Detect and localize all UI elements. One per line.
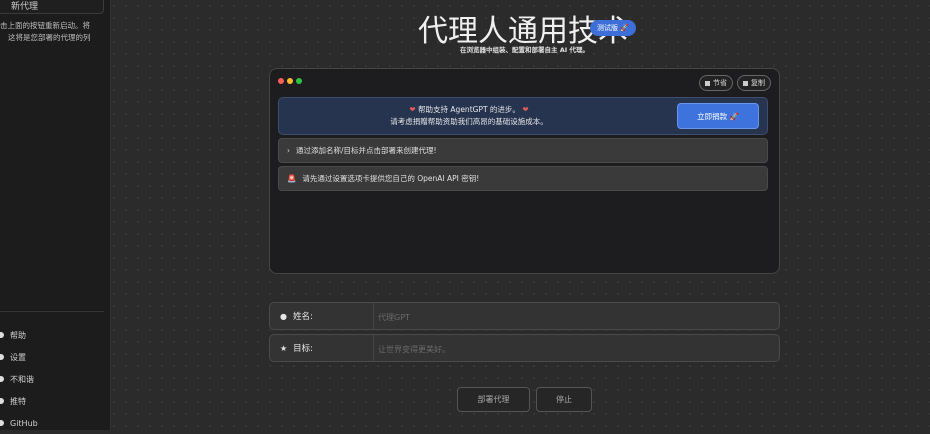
yellow-dot-icon <box>287 78 293 84</box>
sidebar-divider <box>0 311 104 312</box>
message-create-agent: › 通过添加名称/目标并点击部署来创建代理! <box>278 138 768 163</box>
donate-text: ❤ 帮助支持 AgentGPT 的进步。 ❤ 请考虑捐赠帮助资助我们高昂的基础设… <box>289 104 649 128</box>
copy-button[interactable]: 复制 <box>737 75 771 91</box>
heart-icon: ❤ <box>522 105 529 114</box>
sidebar-hint: 击上面的按钮重新启动。将 这将是您部署的代理的列 <box>0 20 104 44</box>
page-subtitle: 在浏览器中组装、配置和部署自主 AI 代理。 <box>460 46 589 54</box>
window-dots <box>278 78 302 84</box>
green-dot-icon <box>296 78 302 84</box>
sidebar-hint-line1: 击上面的按钮重新启动。将 <box>0 21 90 30</box>
sidebar-link-label: 推特 <box>10 396 26 406</box>
sidebar-link-help[interactable]: 帮助 <box>0 324 38 346</box>
message-text: 通过添加名称/目标并点击部署来创建代理! <box>296 146 437 155</box>
name-input[interactable] <box>376 305 775 329</box>
gear-icon <box>0 354 4 360</box>
donate-line2: 请考虑捐赠帮助资助我们高昂的基础设施成本。 <box>390 117 548 126</box>
message-text: 请先通过设置选项卡提供您自己的 OpenAI API 密钥! <box>302 174 480 183</box>
deploy-agent-button[interactable]: 部署代理 <box>457 387 530 412</box>
stop-button[interactable]: 停止 <box>536 387 592 412</box>
agent-output-panel: 节省 复制 ❤ 帮助支持 AgentGPT 的进步。 ❤ 请考虑捐赠帮助资助我们… <box>269 68 780 274</box>
sidebar-link-settings[interactable]: 设置 <box>0 346 38 368</box>
donate-button[interactable]: 立即捐款 🚀 <box>677 103 759 129</box>
save-image-label: 节省 <box>713 79 727 87</box>
chevron-right-icon: › <box>287 146 290 155</box>
sidebar: 新代理 击上面的按钮重新启动。将 这将是您部署的代理的列 帮助 设置 不和谐 推… <box>0 0 111 430</box>
sidebar-link-twitter[interactable]: 推特 <box>0 390 38 412</box>
github-icon <box>0 420 4 426</box>
sidebar-link-discord[interactable]: 不和谐 <box>0 368 38 390</box>
goal-label-box: ★ 目标: <box>270 335 374 361</box>
help-icon <box>0 332 4 338</box>
goal-label: 目标: <box>293 344 314 354</box>
name-field: ● 姓名: <box>269 302 780 330</box>
sidebar-links: 帮助 设置 不和谐 推特 GitHub <box>0 324 38 434</box>
sidebar-link-label: 帮助 <box>10 330 26 340</box>
panel-buttons: 节省 复制 <box>699 75 771 91</box>
save-image-button[interactable]: 节省 <box>699 75 733 91</box>
heart-icon: ❤ <box>409 105 416 114</box>
goal-field: ★ 目标: <box>269 334 780 362</box>
clipboard-icon <box>743 80 748 86</box>
goal-input[interactable] <box>376 337 775 361</box>
image-icon <box>705 80 710 86</box>
copy-label: 复制 <box>751 79 765 87</box>
sidebar-hint-line2: 这将是您部署的代理的列 <box>8 33 91 42</box>
star-icon: ★ <box>280 343 288 353</box>
sidebar-link-label: 设置 <box>10 352 26 362</box>
twitter-icon <box>0 398 4 404</box>
robot-icon: ● <box>280 311 287 321</box>
alarm-icon: 🚨 <box>287 174 297 183</box>
sidebar-link-label: GitHub <box>10 418 38 428</box>
message-api-key: 🚨 请先通过设置选项卡提供您自己的 OpenAI API 密钥! <box>278 166 768 191</box>
red-dot-icon <box>278 78 284 84</box>
donate-line1: 帮助支持 AgentGPT 的进步。 <box>418 105 520 114</box>
sidebar-agent-item[interactable]: 新代理 <box>0 0 104 14</box>
name-label: 姓名: <box>292 312 313 322</box>
beta-badge: 测试版 🚀 <box>590 20 636 36</box>
sidebar-link-label: 不和谐 <box>10 374 34 384</box>
discord-icon <box>0 376 4 382</box>
name-label-box: ● 姓名: <box>270 303 374 329</box>
sidebar-link-github[interactable]: GitHub <box>0 412 38 434</box>
donate-banner: ❤ 帮助支持 AgentGPT 的进步。 ❤ 请考虑捐赠帮助资助我们高昂的基础设… <box>278 97 768 135</box>
